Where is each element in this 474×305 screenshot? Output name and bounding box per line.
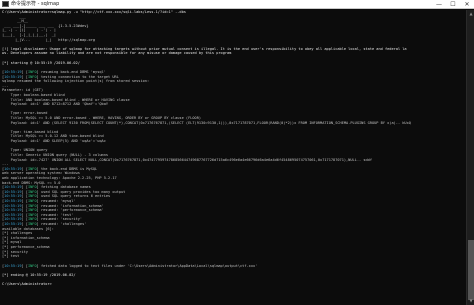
console-text: [*] starting @ 10:55:19 /2019-06-02/ [2,60,80,65]
minimize-button[interactable]: — [432,0,446,9]
title-bar[interactable]: 命令提示符 - sqlmap — ☐ ✕ [0,0,474,9]
scroll-up-arrow-icon[interactable]: ▲ [467,10,474,18]
scroll-down-arrow-icon[interactable]: ▼ [467,297,474,305]
console-text: Title: Generic UNION query (NULL) - 3 co… [2,152,109,157]
console-text: ] used SQL query provides too many outpu… [36,189,126,194]
console-text: Payload: id=1' AND 8712=8712 AND 'QbaY'=… [2,102,109,107]
console-text: INFO [27,263,37,268]
console-text: back-end DBMS: MySQL >= 5.0 [2,180,61,185]
console-text: --- [2,83,9,88]
console-text: [!] legal disclaimer: Usage of sqlmap fo… [2,46,407,51]
console-line: C:\Users\Administrator> [2,282,464,287]
console-text: INFO [27,222,37,227]
console-text: ] resumed: 'security' [36,217,83,222]
console-text: ] resumed: 'performance_schema' [36,208,104,213]
console-text: 10:55:19 [4,212,22,217]
console-text: [*] test [2,254,20,259]
console-text: 10:55:19 [4,189,22,194]
console-text: sqlmap resumed the following injection p… [2,79,150,84]
console-text: ] resuming back-end DBMS 'mysql' [36,69,106,74]
console-text: C:\Users\Administrator> [2,281,52,286]
console-text: [*] security [2,249,28,254]
console-text: INFO [27,166,37,171]
console-text: 10:55:19 [4,263,22,268]
console-text: 10:55:19 [4,69,22,74]
console-output[interactable]: C:\Users\Administrator>sqlmap.py -u "htt… [2,10,464,303]
console-text: 10:55:19 [4,194,22,199]
terminal-window: 命令提示符 - sqlmap — ☐ ✕ C:\Users\Administra… [0,0,474,305]
console-text: ] resumed: 'test' [36,212,74,217]
console-text: available databases [6]: [2,226,54,231]
console-text: ] testing connection to the target URL [36,74,119,79]
console-text: 10:55:19 [4,74,22,79]
console-text: |___|_ [.]_|_|_|__,| _| [2,33,57,38]
console-text: ] fetched data logged to text files unde… [36,263,258,268]
console-text: web application technology: Apache 2.2.2… [2,175,117,180]
console-text: Title: MySQL >= 5.0 AND error-based - WH… [2,116,202,121]
console-text: Type: error-based [2,111,48,116]
console-text: ] resumed: 'information_schema' [36,203,104,208]
console-text: 10:55:19 [4,203,22,208]
console-text: __H__ [2,19,28,24]
console-text: Payload: id=1' AND (SELECT 9130 FROM(SEL… [2,120,411,125]
console-text: INFO [27,185,37,190]
scroll-thumb[interactable] [468,240,474,300]
console-text: INFO [27,208,37,213]
console-text: ] fetching database names [36,185,91,190]
console-text: INFO [27,217,37,222]
console-text: INFO [27,203,37,208]
console-text: 10:55:19 [4,185,22,190]
console-line: Payload: id=1' AND (SELECT 9130 FROM(SEL… [2,121,464,126]
vertical-scrollbar[interactable]: ▲ ▼ [466,10,474,305]
console-text: INFO [27,189,37,194]
console-text: Type: time-based blind [2,129,59,134]
console-text: [*] mysql [2,240,22,245]
console-text: C:\Users\Administrator>sqlmap.py -u "htt… [2,10,186,14]
console-text: INFO [27,194,37,199]
console-text: 10:55:19 [4,166,22,171]
console-text: [*] ending @ 10:55:19 /2019-06-02/ [2,272,76,277]
console-text: [*] performance_schema [2,245,50,250]
console-text: Payload: id=1' AND SLEEP(5) AND 'uqAc'='… [2,139,106,144]
console-text: Type: UNION query [2,148,48,153]
cmd-icon [2,1,9,7]
console-text: [*] challenges [2,231,33,236]
console-text: INFO [27,69,37,74]
close-button[interactable]: ✕ [460,0,474,9]
console-text: Type: boolean-based blind [2,92,65,97]
window-title: 命令提示符 - sqlmap [11,1,60,7]
console-text: ___ [2,14,26,19]
console-text: --- [2,162,9,167]
maximize-button[interactable]: ☐ [446,0,460,9]
console-text: ] resumed: 'challenges' [36,222,87,227]
console-text: [*] information_schema [2,235,50,240]
console-text: 10:55:19 [4,222,22,227]
console-text: ] resumed: 'mysql' [36,198,76,203]
console-text: Parameter: id (GET) [2,88,44,93]
console-text: |_ -| . [(] | .'| . | [2,28,57,33]
console-text: 10:55:19 [4,198,22,203]
console-text: ws. Developers assume no liability and a… [2,51,232,56]
console-text: ] the back-end DBMS is MySQL [36,166,98,171]
console-text: ] used SQL query returns 6 entries [36,194,111,199]
console-text: 10:55:19 [4,217,22,222]
console-text: 10:55:19 [4,208,22,213]
console-text: Title: AND boolean-based blind - WHERE o… [2,97,130,102]
console-text: web server operating system: Windows [2,171,80,176]
console-text: ___ ___[.]_____ ___ ___ {1.3.5.23#dev} [2,23,89,28]
console-text: INFO [27,212,37,217]
console-text: INFO [27,74,37,79]
console-text: Payload: id=-7427' UNION ALL SELECT NULL… [2,157,372,162]
console-text: INFO [27,198,37,203]
console-text: |_|V... |_| http://sqlmap.org [2,37,96,42]
console-text: Title: MySQL >= 5.0.12 AND time-based bl… [2,134,104,139]
